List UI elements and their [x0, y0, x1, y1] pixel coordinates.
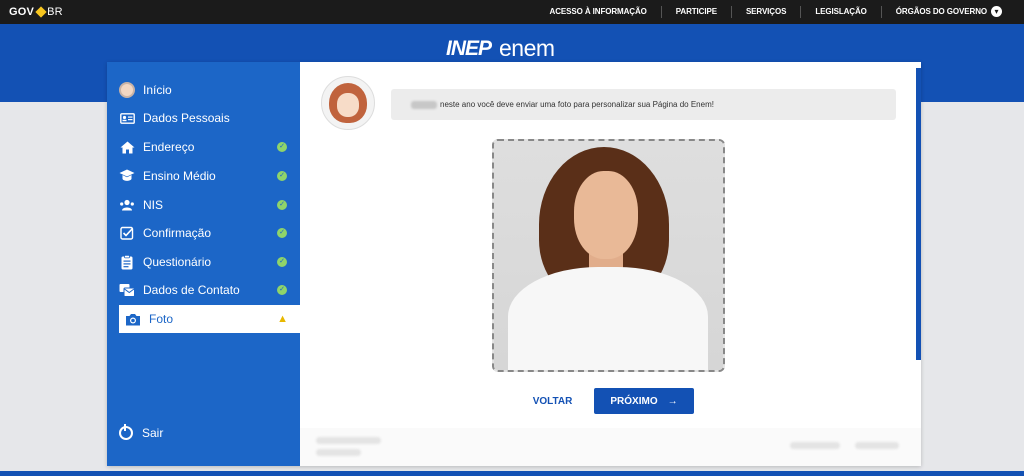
gov-links: ACESSO À INFORMAÇÃO PARTICIPE SERVIÇOS L…	[536, 0, 1016, 24]
check-icon: ✓	[277, 142, 287, 152]
avatar-icon	[119, 82, 135, 98]
photo-shirt	[508, 267, 708, 370]
sidebar-item-questionario[interactable]: Questionário ✓	[107, 248, 300, 276]
assistant-face-icon	[329, 83, 367, 123]
blurred-footer	[300, 428, 921, 466]
id-card-icon	[119, 110, 135, 126]
people-icon	[119, 197, 135, 213]
gov-link-servicos[interactable]: SERVIÇOS	[730, 6, 800, 18]
inep-logo-text: INEP	[446, 36, 492, 60]
main-content: neste ano você deve enviar uma foto para…	[300, 62, 921, 466]
assistant-message: neste ano você deve enviar uma foto para…	[391, 89, 896, 120]
photo-face	[574, 171, 638, 259]
enem-logo-text: enem	[499, 35, 555, 61]
blurred-text	[316, 437, 381, 444]
gov-link-legislacao[interactable]: LEGISLAÇÃO	[800, 6, 880, 18]
blurred-name	[411, 100, 437, 109]
gov-link-orgaos-label: ÓRGÃOS DO GOVERNO	[895, 7, 987, 16]
camera-icon	[125, 311, 141, 327]
next-button[interactable]: PRÓXIMO →	[594, 388, 694, 414]
check-icon: ✓	[277, 228, 287, 238]
home-icon	[119, 139, 135, 155]
sidebar-item-nis[interactable]: NIS ✓	[107, 191, 300, 219]
check-icon: ✓	[277, 285, 287, 295]
logout-label: Sair	[142, 426, 164, 440]
sidebar: Início Dados Pessoais Endereço ✓ Ensino …	[107, 62, 300, 466]
chevron-down-icon[interactable]: ▾	[991, 6, 1002, 17]
sidebar-item-label: Foto	[149, 312, 174, 326]
blurred-text	[790, 442, 840, 449]
checkbox-icon	[119, 225, 135, 241]
sidebar-item-endereco[interactable]: Endereço ✓	[107, 133, 300, 161]
sidebar-item-label: Início	[143, 83, 172, 97]
check-icon: ✓	[277, 200, 287, 210]
next-button-label: PRÓXIMO	[610, 395, 658, 407]
gov-link-orgaos[interactable]: ÓRGÃOS DO GOVERNO ▾	[880, 6, 1016, 18]
sidebar-item-label: NIS	[143, 198, 164, 212]
sidebar-item-label: Questionário	[143, 255, 212, 269]
back-button[interactable]: VOLTAR	[525, 391, 580, 413]
sidebar-item-label: Ensino Médio	[143, 169, 216, 183]
inep-enem-logo: INEP enem	[446, 35, 555, 62]
blurred-text	[855, 442, 899, 449]
power-icon	[119, 424, 133, 440]
sidebar-item-foto[interactable]: Foto ▲	[119, 305, 300, 333]
sidebar-item-label: Endereço	[143, 140, 195, 154]
check-icon: ✓	[277, 257, 287, 267]
arrow-right-icon: →	[667, 395, 678, 407]
gov-link-acesso[interactable]: ACESSO À INFORMAÇÃO	[536, 6, 661, 18]
sidebar-item-confirmacao[interactable]: Confirmação ✓	[107, 219, 300, 247]
br-logo-text: BR	[47, 6, 63, 18]
warning-icon: ▲	[277, 313, 288, 325]
photo-upload-area[interactable]	[492, 139, 725, 372]
contact-icon	[119, 282, 135, 298]
sidebar-item-ensino-medio[interactable]: Ensino Médio ✓	[107, 162, 300, 190]
scrollbar[interactable]	[916, 68, 921, 360]
gov-logo-text: GOV	[9, 6, 35, 18]
assistant-avatar	[321, 76, 375, 130]
sidebar-item-dados-de-contato[interactable]: Dados de Contato ✓	[107, 276, 300, 304]
sidebar-item-dados-pessoais[interactable]: Dados Pessoais	[107, 104, 300, 132]
sidebar-item-inicio[interactable]: Início	[107, 76, 300, 104]
sidebar-item-label: Dados de Contato	[143, 283, 240, 297]
gov-top-bar: GOV BR ACESSO À INFORMAÇÃO PARTICIPE SER…	[0, 0, 1024, 24]
bottom-bar	[0, 471, 1024, 476]
flag-icon	[35, 6, 47, 18]
blurred-text	[316, 449, 361, 456]
clipboard-icon	[119, 254, 135, 270]
graduation-cap-icon	[119, 168, 135, 184]
logout-button[interactable]: Sair	[119, 424, 164, 440]
gov-link-participe[interactable]: PARTICIPE	[660, 6, 731, 18]
assistant-message-text: neste ano você deve enviar uma foto para…	[440, 100, 714, 109]
sidebar-item-label: Dados Pessoais	[143, 111, 230, 125]
check-icon: ✓	[277, 171, 287, 181]
gov-br-logo[interactable]: GOV BR	[9, 6, 63, 18]
registration-card: Início Dados Pessoais Endereço ✓ Ensino …	[107, 62, 921, 466]
sidebar-item-label: Confirmação	[143, 226, 212, 240]
